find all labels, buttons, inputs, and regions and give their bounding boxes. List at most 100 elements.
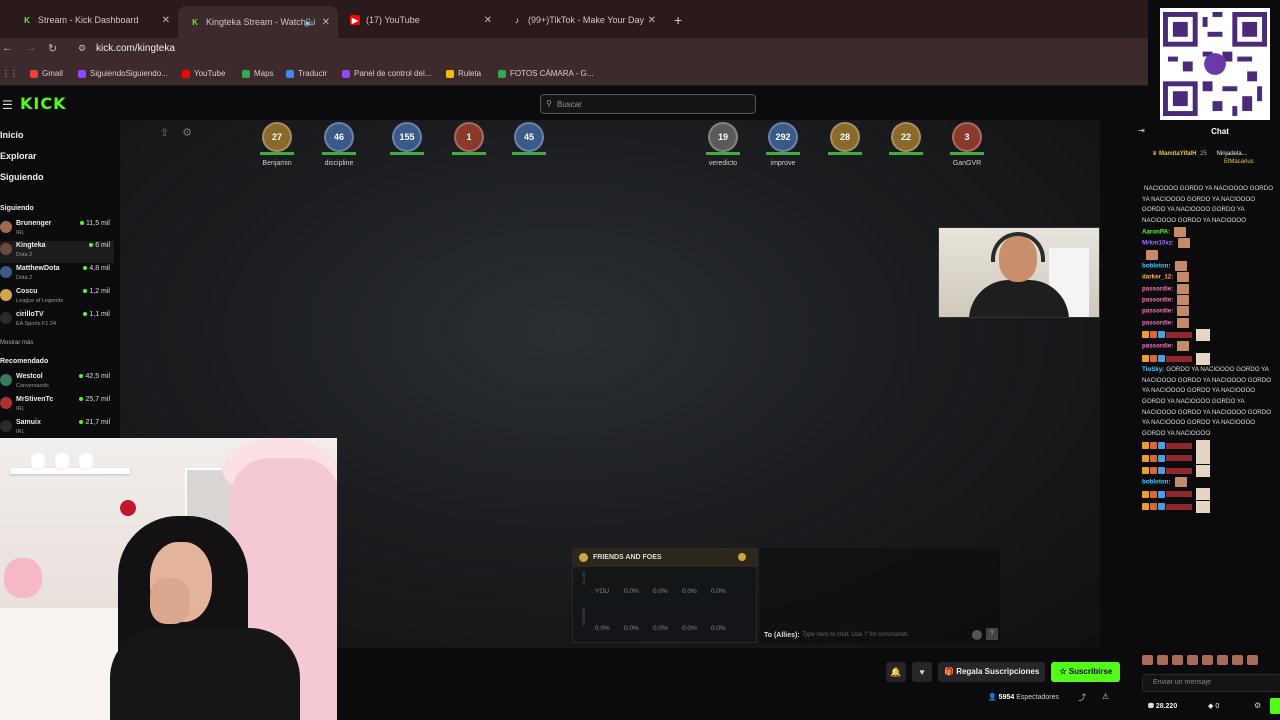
emote-icon[interactable]: [1142, 655, 1153, 665]
bookmark-panel[interactable]: Panel de control del...: [342, 69, 431, 78]
bookmark-label: FOTOS CÁMARA - G...: [510, 69, 594, 78]
kick-logo[interactable]: KICK: [20, 94, 67, 113]
info-icon[interactable]: [738, 553, 746, 561]
search-input[interactable]: ⚲ Buscar: [540, 94, 756, 114]
leader-name: Ninjadela...: [1216, 151, 1247, 157]
chat-username[interactable]: bobloton:: [1142, 262, 1171, 269]
chat-title: Chat: [1211, 127, 1229, 136]
close-icon[interactable]: ✕: [162, 15, 170, 26]
bookmarks-bar: ⋮⋮ Gmail SiguiendoSiguiendo... YouTube M…: [0, 62, 1148, 86]
badge-icon: [1150, 454, 1157, 462]
emote-icon[interactable]: [1232, 655, 1243, 665]
emote-icon[interactable]: [1187, 655, 1198, 665]
chat-username[interactable]: darker_12:: [1142, 274, 1173, 281]
site-info-icon[interactable]: ⚙: [78, 43, 86, 54]
tab-youtube[interactable]: ▶ (17) YouTube ✕: [338, 8, 500, 32]
reload-icon[interactable]: ↻: [48, 42, 57, 55]
channel-item[interactable]: cirilloTV EA Sports F1 24 1,1 mil: [0, 310, 114, 332]
hero-portrait: 3 GanGVR: [948, 122, 986, 170]
tab-kingteka-stream[interactable]: K Kingteka Stream - Watch Li 🔈 ✕: [178, 6, 338, 38]
chat-username[interactable]: passordie:: [1142, 308, 1173, 315]
viewer-count-value: 6 mil: [95, 242, 110, 249]
chat-text: NACIOOOO GORDO YA NACIOOOO GORDO YA NACI…: [1142, 185, 1274, 225]
emote-icon[interactable]: [1217, 655, 1228, 665]
speaker-icon[interactable]: 🔈: [304, 17, 316, 28]
channel-item[interactable]: Westcol Conversando 42,5 mil: [0, 372, 114, 394]
emote-icon: [1196, 352, 1210, 365]
kick-icon: K: [24, 15, 30, 25]
chat-username[interactable]: AaronPA:: [1142, 228, 1170, 235]
bookmark-youtube[interactable]: YouTube: [182, 69, 225, 78]
bookmark-gmail[interactable]: Gmail: [30, 69, 63, 78]
subscribe-button[interactable]: ☆ Suscribirse: [1051, 662, 1121, 682]
channel-item-selected[interactable]: Kingteka Dota 2 6 mil: [0, 241, 114, 263]
chat-input[interactable]: Enviar un mensaje: [1142, 674, 1280, 692]
chat-settings-icon[interactable]: ⚙: [1254, 701, 1261, 710]
sidebar-item-explorar[interactable]: Explorar: [0, 151, 37, 161]
emote-icon[interactable]: [1247, 655, 1258, 665]
report-icon[interactable]: ⚠: [1102, 692, 1109, 701]
sidebar-item-siguiendo[interactable]: Siguiendo: [0, 172, 44, 182]
hero-portrait: 46 discipline: [320, 122, 358, 170]
back-icon[interactable]: ←: [2, 42, 13, 54]
chat-username[interactable]: passordie:: [1142, 285, 1173, 292]
avatar: [0, 221, 12, 233]
bookmark-fotos[interactable]: FOTOS CÁMARA - G...: [498, 69, 593, 78]
bits-count[interactable]: ◆ 0: [1208, 702, 1219, 710]
emote-icon[interactable]: [1172, 655, 1183, 665]
bookmark-siguiendo[interactable]: SiguiendoSiguiendo...: [78, 69, 168, 78]
emote-icon: [1174, 260, 1187, 271]
apps-icon[interactable]: ⋮⋮: [2, 69, 18, 78]
viewer-count-value: 1,1 mil: [89, 311, 110, 318]
emote-icon[interactable]: [1202, 655, 1213, 665]
menu-icon[interactable]: ☰: [2, 98, 13, 112]
chat-username[interactable]: passordie:: [1142, 343, 1173, 350]
gift-subs-button[interactable]: 🎁 Regala Suscripciones: [938, 662, 1046, 682]
channel-item[interactable]: MatthewDota Dota 2 4,8 mil: [0, 264, 114, 286]
bookmark-traducir[interactable]: Traducir: [286, 69, 327, 78]
sidebar-item-inicio[interactable]: Inicio: [0, 130, 24, 140]
viewer-count-value: 11,5 mil: [86, 220, 110, 227]
channel-item[interactable]: MrStivenTc IRL 25,7 mil: [0, 395, 114, 417]
channel-item[interactable]: Brunenger IRL 11,5 mil: [0, 219, 114, 241]
chat-username[interactable]: TioSky:: [1142, 366, 1164, 373]
chat-username[interactable]: bobloton:: [1142, 479, 1171, 486]
close-icon[interactable]: ✕: [484, 15, 492, 26]
bookmark-ruleta[interactable]: Ruleta: [446, 69, 481, 78]
share-icon[interactable]: ⤴: [1078, 692, 1086, 703]
chat-username[interactable]: passordie:: [1142, 319, 1173, 326]
badge-icon: [1150, 331, 1157, 339]
heart-icon[interactable]: ♥: [912, 662, 932, 682]
bookmark-maps[interactable]: Maps: [242, 69, 274, 78]
enemies-row: 0.0% 0.0% 0.0% 0.0% 0.0%: [595, 625, 740, 632]
upload-icon[interactable]: ⇪: [160, 127, 169, 139]
forward-icon[interactable]: →: [26, 42, 37, 54]
new-tab-button[interactable]: +: [674, 12, 682, 28]
help-icon[interactable]: ?: [986, 628, 998, 640]
channel-points[interactable]: ⛃ 28.220: [1148, 702, 1177, 710]
bell-icon[interactable]: 🔔: [886, 662, 906, 682]
gear-icon[interactable]: ⚙: [182, 127, 192, 139]
emote-icon[interactable]: [1157, 655, 1168, 665]
channel-category: IRL: [16, 429, 25, 435]
close-icon[interactable]: ✕: [648, 15, 656, 26]
health-bar: [452, 152, 486, 155]
chat-username[interactable]: Mrkm10xz:: [1142, 240, 1174, 247]
voice-icon[interactable]: [972, 630, 982, 640]
tab-kick-dashboard[interactable]: K Stream - Kick Dashboard ✕: [10, 8, 178, 32]
bookmark-label: Ruleta: [458, 69, 482, 78]
send-chat-button[interactable]: [1270, 698, 1280, 714]
chat-username[interactable]: passordie:: [1142, 297, 1173, 304]
chat-panel: ⇥ Chat ♛ MamitaYifalH 25 Ninjadela... El…: [1138, 122, 1280, 720]
ally-chat-input[interactable]: Type here to chat. Use '/' for commands.: [802, 632, 909, 638]
url-field[interactable]: kick.com/kingteka: [96, 43, 175, 54]
show-more-link[interactable]: Mostrar más: [0, 340, 33, 346]
channel-item[interactable]: Samuix IRL 21,7 mil: [0, 418, 114, 440]
chat-message: [1142, 352, 1280, 365]
tab-tiktok[interactable]: ♪ (99+)TikTok - Make Your Day ✕: [500, 8, 664, 32]
player-name: GanGVR: [952, 160, 982, 167]
channel-item[interactable]: Coscu League of Legends 1,2 mil: [0, 287, 114, 309]
close-icon[interactable]: ✕: [322, 17, 330, 28]
ally-chat: To (Allies): Type here to chat. Use '/' …: [760, 548, 1000, 643]
chat-message: [1142, 500, 1280, 513]
